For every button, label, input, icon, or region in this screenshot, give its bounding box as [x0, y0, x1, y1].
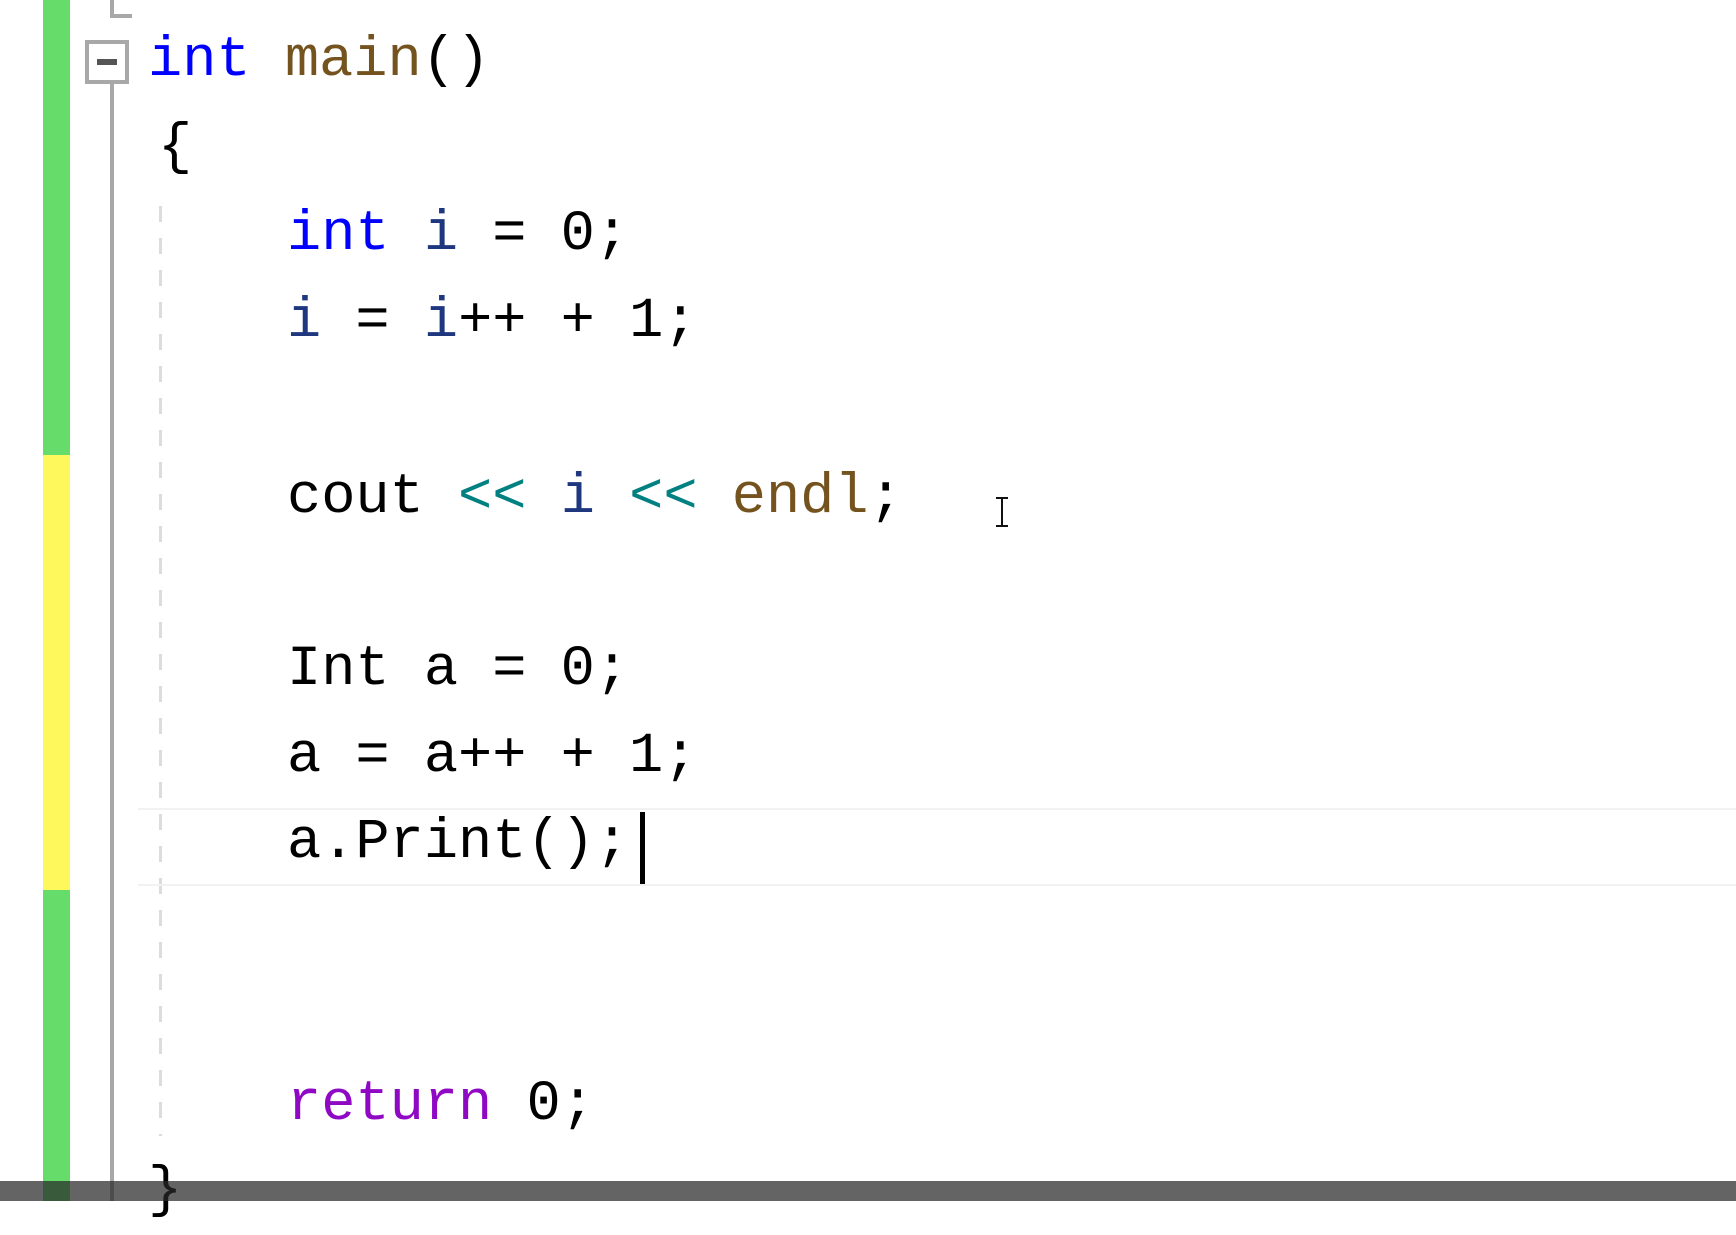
change-bar-saved [43, 0, 70, 455]
code-token: = 0; [458, 203, 630, 267]
change-bar-saved [43, 890, 70, 1201]
fold-region-line [110, 84, 114, 1201]
code-token: int [148, 29, 251, 93]
code-line[interactable]: { [158, 105, 192, 192]
code-token: = [321, 290, 424, 354]
code-token: int [287, 203, 390, 267]
indent-guide [159, 206, 162, 1136]
code-token: main [284, 29, 422, 93]
code-token: i [423, 203, 459, 267]
code-token: endl [731, 466, 869, 530]
code-line[interactable]: return 0; [287, 1062, 595, 1149]
code-token: { [158, 116, 193, 180]
code-token: () [421, 29, 491, 93]
text-caret [640, 812, 645, 884]
code-line[interactable]: cout << i << endl; [287, 455, 903, 542]
code-token: i [560, 466, 595, 530]
code-line[interactable]: int main() [148, 18, 490, 105]
change-bar-unsaved [43, 455, 70, 890]
code-token: << [629, 466, 698, 530]
code-token: a = a++ + 1; [287, 725, 698, 789]
code-token: Int a = 0; [287, 638, 630, 702]
fold-end-marker [110, 0, 132, 18]
code-token: return [287, 1073, 493, 1137]
ibeam-cursor-icon [996, 497, 1008, 527]
code-token: 0; [492, 1073, 595, 1137]
code-token: cout [287, 466, 424, 530]
code-token: << [458, 466, 527, 530]
code-line[interactable]: a = a++ + 1; [287, 714, 697, 801]
code-token: ++ + 1; [458, 290, 698, 354]
bottom-overlay-bar [0, 1181, 1736, 1201]
code-line[interactable]: a.Print(); [287, 800, 629, 887]
code-line[interactable]: Int a = 0; [287, 627, 629, 714]
code-line[interactable]: int i = 0; [287, 192, 629, 279]
minus-icon [97, 59, 117, 65]
code-token: ; [868, 466, 903, 530]
code-token: a.Print(); [287, 811, 630, 875]
code-token: i [423, 290, 459, 354]
code-token: i [287, 290, 322, 354]
collapse-icon[interactable] [85, 40, 129, 84]
code-line[interactable]: i = i++ + 1; [287, 279, 698, 366]
